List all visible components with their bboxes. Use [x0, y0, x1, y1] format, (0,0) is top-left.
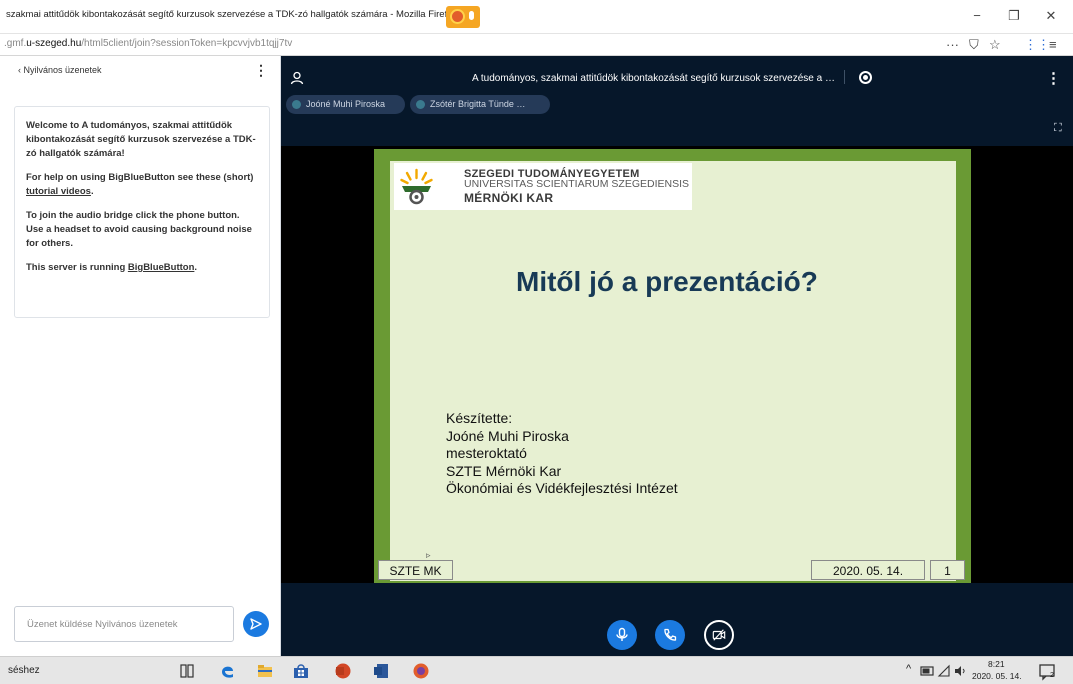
page-actions-icon[interactable]: ··· — [946, 37, 959, 53]
phone-icon — [664, 628, 677, 641]
server-suffix: . — [194, 262, 198, 273]
share-webcam-button[interactable] — [704, 620, 734, 650]
mute-button[interactable] — [607, 620, 637, 650]
slide-viewport: SZEGEDI TUDOMÁNYEGYETEM UNIVERSITAS SCIE… — [281, 146, 1073, 583]
sharing-indicator[interactable] — [446, 6, 480, 28]
talker-name: Zsótér Brigitta Tünde … — [430, 99, 526, 109]
clock-date[interactable]: 2020. 05. 14. — [972, 671, 1022, 681]
talker-name: Joóné Muhi Piroska — [306, 99, 386, 109]
window-title: szakmai attitűdök kibontakozását segítő … — [6, 9, 448, 20]
help-prefix: For help on using BigBlueButton see thes… — [26, 172, 254, 183]
options-menu-icon[interactable]: ⋮ — [1046, 69, 1061, 87]
slide-author-block: Készítette: Joóné Muhi Piroska mesterokt… — [446, 410, 678, 498]
send-icon — [250, 618, 262, 630]
logo-latin-name: UNIVERSITAS SCIENTIARUM SZEGEDIENSIS — [464, 178, 690, 190]
hamburger-menu-icon[interactable]: ≡ — [1049, 37, 1057, 53]
author-line: Készítette: — [446, 410, 513, 426]
logo-faculty-name: MÉRNÖKI KAR — [464, 191, 554, 205]
browser-titlebar: szakmai attitűdök kibontakozását segítő … — [0, 0, 1073, 34]
public-chat-panel: ‹ Nyilvános üzenetek ⋮ Welcome to A tudo… — [0, 56, 281, 656]
url-domain: u-szeged.hu — [26, 38, 82, 49]
send-message-button[interactable] — [243, 611, 269, 637]
talking-dot-icon — [292, 100, 301, 109]
clock-time[interactable]: 8:21 — [988, 659, 1005, 669]
url-path: /html5client/join?sessionToken=kpcvvjvb1… — [81, 38, 293, 49]
slide-footer-page: 1 — [930, 560, 965, 580]
help-line: For help on using BigBlueButton see thes… — [26, 171, 259, 199]
media-controls-bar — [281, 583, 1073, 656]
fullscreen-icon[interactable]: ⛶ — [1054, 122, 1062, 135]
welcome-message: Welcome to A tudományos, szakmai attitűd… — [14, 106, 270, 318]
author-line: Ökonómiai és Vidékfejlesztési Intézet — [446, 480, 678, 496]
camera-off-icon — [712, 629, 726, 641]
presentation-slide: SZEGEDI TUDOMÁNYEGYETEM UNIVERSITAS SCIE… — [374, 149, 971, 583]
slide-footer-date: 2020. 05. 14. — [811, 560, 925, 580]
chat-options-icon[interactable]: ⋮ — [254, 62, 268, 79]
edge-browser-icon[interactable] — [218, 662, 236, 680]
tray-chevron-icon[interactable]: ^ — [906, 663, 911, 675]
university-sun-logo-icon — [400, 168, 433, 205]
word-icon[interactable] — [372, 662, 390, 680]
welcome-prefix: Welcome to — [26, 120, 82, 131]
network-icon[interactable] — [937, 664, 951, 678]
microphone-icon — [469, 11, 474, 20]
restore-button[interactable]: ❐ — [1004, 6, 1024, 26]
talking-dot-icon — [416, 100, 425, 109]
author-line: Joóné Muhi Piroska — [446, 427, 569, 444]
chat-header: ‹ Nyilvános üzenetek ⋮ — [0, 56, 281, 88]
battery-icon[interactable] — [920, 664, 936, 678]
task-view-icon[interactable] — [178, 662, 196, 680]
minimize-button[interactable]: − — [967, 6, 987, 26]
chat-message-field[interactable] — [14, 606, 234, 642]
audio-help-line: To join the audio bridge click the phone… — [26, 210, 252, 249]
pocket-icon[interactable]: ⛉ — [969, 37, 979, 53]
windows-taskbar: séshez ^ 8:21 2020. 05. 14. 2 — [0, 656, 1073, 684]
author-line: SZTE Mérnöki Kar — [446, 462, 562, 479]
powerpoint-icon[interactable] — [334, 662, 352, 680]
presentation-area: A tudományos, szakmai attitűdök kibontak… — [281, 56, 1073, 656]
talking-indicator[interactable]: Zsótér Brigitta Tünde … — [410, 95, 550, 114]
extensions-icon[interactable]: ⋮⋮ — [1024, 37, 1050, 53]
chat-back-button[interactable]: ‹ Nyilvános üzenetek — [18, 65, 102, 75]
slide-footer-left: SZTE MK — [378, 560, 453, 580]
close-button[interactable]: ✕ — [1041, 6, 1061, 26]
record-icon[interactable] — [859, 71, 872, 84]
leave-audio-button[interactable] — [655, 620, 685, 650]
server-prefix: This server is running — [26, 262, 128, 273]
title-separator — [844, 70, 845, 84]
url-text[interactable]: .gmf.u-szeged.hu/html5client/join?sessio… — [4, 38, 292, 49]
volume-icon[interactable] — [953, 664, 967, 678]
store-icon[interactable] — [292, 662, 310, 680]
url-bar[interactable]: .gmf.u-szeged.hu/html5client/join?sessio… — [0, 34, 1073, 56]
talking-indicator[interactable]: Joóné Muhi Piroska — [286, 95, 405, 114]
slide-content: SZEGEDI TUDOMÁNYEGYETEM UNIVERSITAS SCIE… — [390, 161, 956, 581]
server-line: This server is running BigBlueButton. — [26, 261, 259, 275]
notification-count: 2 — [1050, 672, 1054, 679]
tutorial-videos-link[interactable]: tutorial videos — [26, 186, 91, 197]
bigbluebutton-link[interactable]: BigBlueButton — [128, 262, 195, 273]
bookmark-star-icon[interactable]: ☆ — [989, 37, 1001, 53]
chat-message-input[interactable] — [15, 607, 233, 641]
firefox-icon — [450, 9, 465, 24]
meeting-title: A tudományos, szakmai attitűdök kibontak… — [472, 73, 835, 84]
taskbar-search[interactable]: séshez — [8, 665, 40, 676]
welcome-line: Welcome to A tudományos, szakmai attitűd… — [26, 119, 259, 161]
microphone-icon — [616, 627, 628, 641]
author-line: mesteroktató — [446, 445, 527, 461]
users-toggle-icon[interactable] — [290, 71, 304, 85]
university-logo: SZEGEDI TUDOMÁNYEGYETEM UNIVERSITAS SCIE… — [394, 163, 692, 210]
url-prefix: .gmf. — [4, 38, 27, 49]
firefox-taskbar-icon[interactable] — [412, 662, 430, 680]
help-suffix: . — [90, 186, 94, 197]
slide-title: Mitől jó a prezentáció? — [516, 266, 818, 297]
file-explorer-icon[interactable] — [256, 662, 274, 680]
